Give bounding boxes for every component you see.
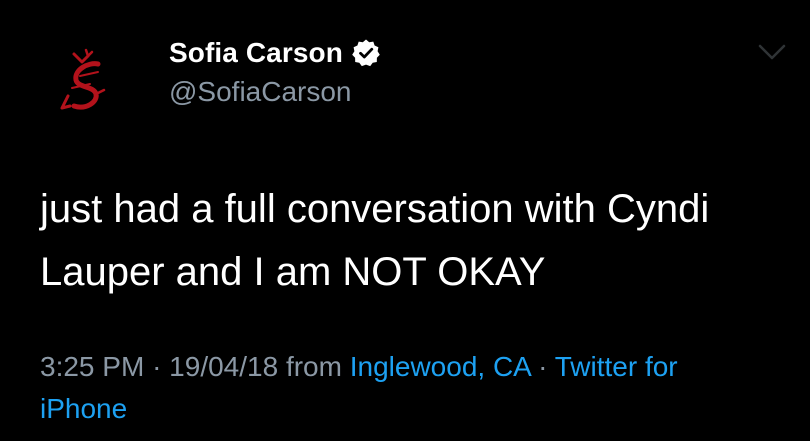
metadata-line-2: iPhone xyxy=(40,388,800,430)
source-link[interactable]: Twitter for xyxy=(555,351,678,382)
source-link-continued[interactable]: iPhone xyxy=(40,393,127,424)
tweet-card: Sofia Carson @SofiaCarson just had a ful… xyxy=(0,0,810,441)
user-handle[interactable]: @SofiaCarson xyxy=(169,76,352,108)
from-label: from xyxy=(285,351,342,382)
tweet-time[interactable]: 3:25 PM xyxy=(40,351,144,382)
tweet-text-line: Lauper and I am NOT OKAY xyxy=(40,250,546,294)
tweet-text-line: just had a full conversation with Cyndi xyxy=(40,187,710,231)
display-name[interactable]: Sofia Carson xyxy=(169,37,343,69)
tweet-text: just had a full conversation with Cyndi … xyxy=(40,178,790,304)
tweet-metadata: 3:25 PM · 19/04/18 from Inglewood, CA · … xyxy=(40,346,800,430)
avatar-logo-icon xyxy=(60,48,106,110)
avatar[interactable] xyxy=(40,36,130,126)
location-link[interactable]: Inglewood, CA xyxy=(350,351,531,382)
name-row: Sofia Carson xyxy=(169,34,381,72)
verified-badge-icon xyxy=(351,38,381,68)
separator: · xyxy=(152,351,162,382)
separator: · xyxy=(538,351,548,382)
chevron-down-icon[interactable] xyxy=(756,40,788,64)
metadata-line-1: 3:25 PM · 19/04/18 from Inglewood, CA · … xyxy=(40,346,800,388)
tweet-date[interactable]: 19/04/18 xyxy=(169,351,278,382)
